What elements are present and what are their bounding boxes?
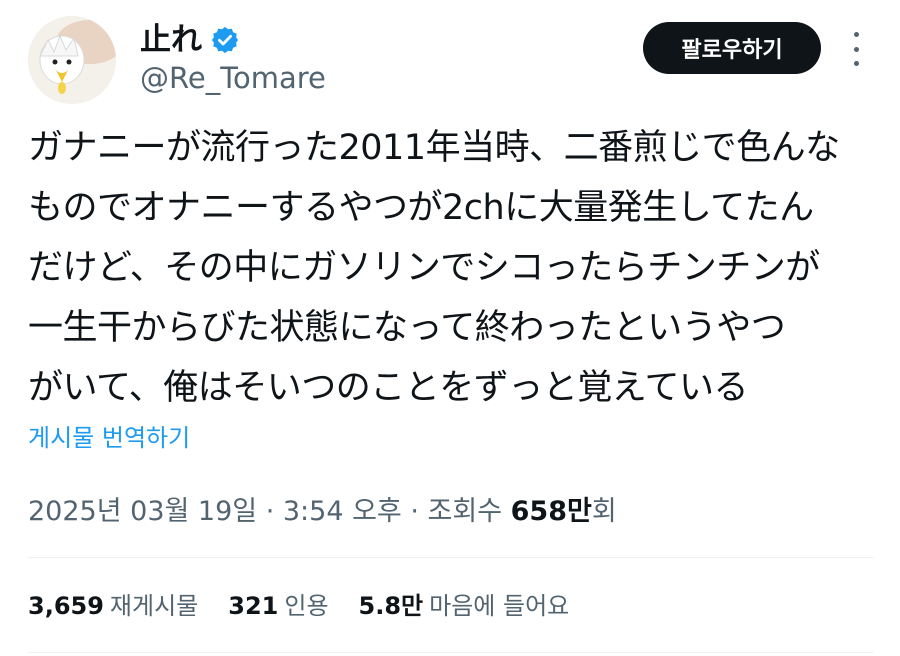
meta-separator: ·	[401, 496, 428, 527]
post-date[interactable]: 2025년 03월 19일	[28, 496, 257, 527]
display-name[interactable]: 止れ	[140, 20, 202, 60]
likes-stat[interactable]: 5.8만 마음에 들어요	[359, 586, 570, 626]
name-row: 止れ	[140, 20, 240, 60]
quotes-count: 321	[228, 592, 279, 620]
likes-count: 5.8만	[358, 592, 424, 620]
user-handle[interactable]: @Re_Tomare	[140, 58, 326, 98]
views-count: 658만	[510, 496, 592, 527]
views-suffix: 회	[591, 496, 617, 527]
divider	[28, 557, 874, 558]
views-label: 조회수	[427, 496, 511, 527]
reposts-count: 3,659	[28, 592, 104, 620]
quotes-stat[interactable]: 321 인용	[228, 586, 328, 626]
follow-button[interactable]: 팔로우하기	[643, 22, 821, 74]
translate-post-link[interactable]: 게시물 번역하기	[28, 420, 190, 456]
quotes-label: 인용	[284, 592, 329, 620]
divider	[28, 652, 874, 653]
reposts-label: 재게시물	[109, 592, 199, 620]
likes-label: 마음에 들어요	[429, 592, 570, 620]
tweet-text-line: 一生干からびた状態になって終わったというやつ	[28, 308, 786, 348]
more-options-icon[interactable]	[846, 32, 866, 66]
tweet-text-line: ものでオナニーするやつが2chに大量発生してたん	[28, 188, 814, 228]
engagement-stats: 3,659 재게시물 321 인용 5.8만 마음에 들어요	[28, 586, 599, 626]
avatar[interactable]	[28, 16, 116, 104]
tweet-text-line: ガナニーが流行った2011年当時、二番煎じで色んな	[28, 128, 840, 168]
meta-separator: ·	[257, 496, 283, 527]
avatar-image	[28, 16, 116, 104]
verified-badge-icon	[211, 26, 239, 54]
tweet-text-line: がいて、俺はそいつのことをずっと覚えている	[28, 368, 748, 408]
tweet-header: 止れ @Re_Tomare 팔로우하기	[28, 14, 878, 104]
tweet-text: ガナニーが流行った2011年当時、二番煎じで色んな ものでオナニーするやつが2c…	[28, 118, 878, 418]
tweet-text-line: だけど、その中にガソリンでシコったらチンチンが	[28, 248, 820, 288]
tweet-meta: 2025년 03월 19일 · 3:54 오후 · 조회수 658만회	[28, 492, 617, 532]
post-time[interactable]: 3:54 오후	[283, 496, 402, 527]
reposts-stat[interactable]: 3,659 재게시물	[28, 586, 198, 626]
